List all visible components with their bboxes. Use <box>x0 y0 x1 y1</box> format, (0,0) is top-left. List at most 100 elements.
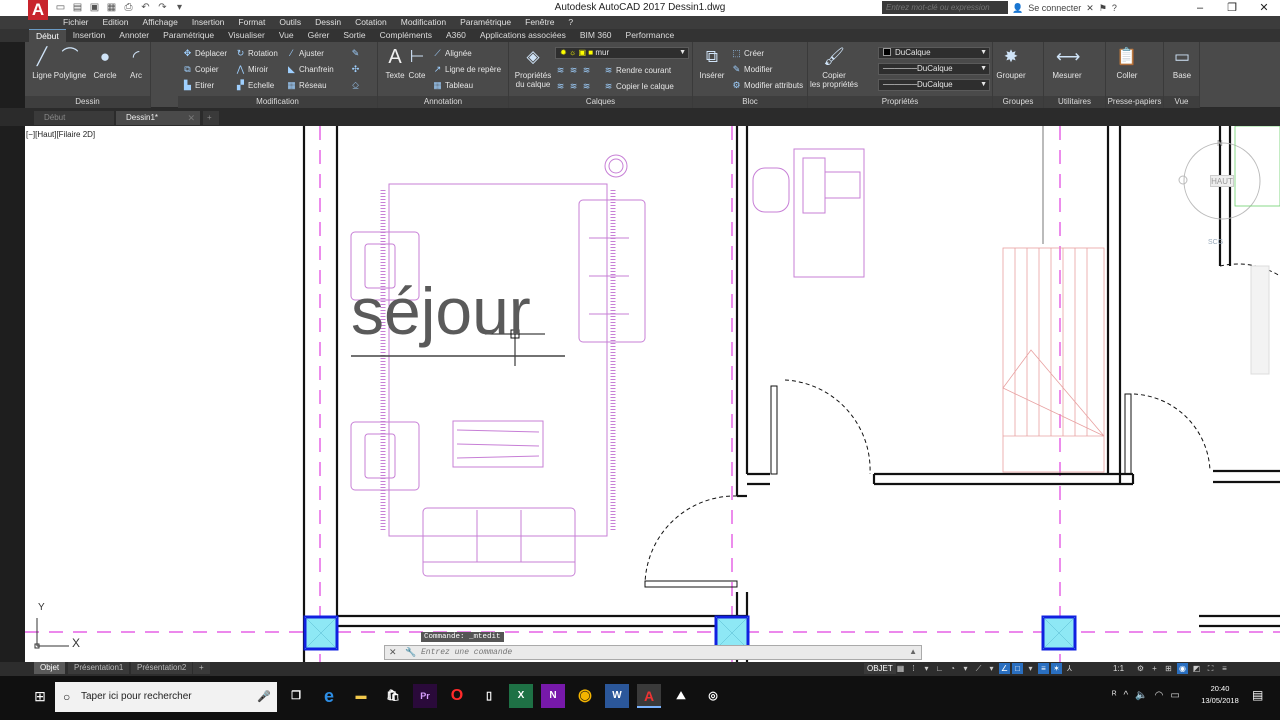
annotation-visibility-icon[interactable]: ✶ <box>1051 663 1062 674</box>
polar-icon[interactable]: ◔ <box>947 663 958 674</box>
chevron-up-icon[interactable]: ^ <box>1124 686 1129 706</box>
tab-applications-associees[interactable]: Applications associées <box>473 29 573 42</box>
store-icon[interactable]: 🛍 <box>381 684 405 708</box>
cercle-tool[interactable]: ● Cercle <box>88 46 122 80</box>
annotation-scale-icon[interactable]: ⅄ <box>1064 663 1075 674</box>
search-input[interactable] <box>882 1 1008 14</box>
new-tab-button[interactable]: + <box>203 111 219 125</box>
offset-tool[interactable]: ⎐ <box>350 78 363 92</box>
menu-insertion[interactable]: Insertion <box>185 16 232 29</box>
tab-a360[interactable]: A360 <box>439 29 473 42</box>
clean-screen-icon[interactable]: ⛶ <box>1205 663 1216 674</box>
modifier-attributs-tool[interactable]: ⚙ Modifier attributs <box>731 78 803 92</box>
panel-title-annotation[interactable]: Annotation <box>378 96 508 108</box>
menu-fenetre[interactable]: Fenêtre <box>518 16 561 29</box>
layer-tools-row1[interactable]: ≋ ≋ ≋ <box>555 63 594 77</box>
menu-cotation[interactable]: Cotation <box>348 16 394 29</box>
layout-tab-presentation1[interactable]: Présentation1 <box>68 662 130 674</box>
command-input[interactable] <box>421 647 901 658</box>
chevron-down-icon[interactable]: ▾ <box>1025 663 1036 674</box>
snap-icon[interactable]: ⁞ <box>908 663 919 674</box>
ortho-icon[interactable]: ∟ <box>934 663 945 674</box>
panel-title-dessin[interactable]: Dessin <box>25 96 150 108</box>
menu-format[interactable]: Format <box>231 16 272 29</box>
viewcube-ucs-label[interactable]: SCG <box>1208 239 1223 246</box>
reseau-tool[interactable]: ▦ Réseau <box>286 78 326 92</box>
word-icon[interactable]: W <box>605 684 629 708</box>
otrack-icon[interactable]: ∠ <box>999 663 1010 674</box>
panel-title-utilitaires[interactable]: Utilitaires <box>1044 96 1105 108</box>
erase-tool[interactable]: ✎ <box>350 46 363 60</box>
panel-title-vue[interactable]: Vue <box>1164 96 1199 108</box>
menu-affichage[interactable]: Affichage <box>136 16 185 29</box>
panel-title-modification[interactable]: Modification <box>178 96 377 108</box>
chevron-down-icon[interactable]: ▾ <box>960 663 971 674</box>
maximize-button[interactable]: ❐ <box>1216 0 1248 16</box>
modifier-tool[interactable]: ✎ Modifier <box>731 62 773 76</box>
windows-start-icon[interactable]: ⊞ <box>28 684 52 708</box>
layout-tab-presentation2[interactable]: Présentation2 <box>131 662 193 674</box>
isodraft-icon[interactable]: ⟋ <box>973 663 984 674</box>
panel-title-calques[interactable]: Calques <box>509 96 692 108</box>
menu-parametrique[interactable]: Paramétrique <box>453 16 518 29</box>
autocad-taskbar-icon[interactable]: A <box>637 684 661 708</box>
tableau-tool[interactable]: ▦ Tableau <box>432 78 473 92</box>
customize-icon[interactable]: 🔧 <box>405 647 416 658</box>
panel-title-groupes[interactable]: Groupes <box>993 96 1043 108</box>
creer-tool[interactable]: ⬚ Créer <box>731 46 764 60</box>
tab-parametrique[interactable]: Paramétrique <box>156 29 221 42</box>
model-space-toggle[interactable]: OBJET <box>864 663 896 674</box>
doc-tab-dessin1[interactable]: Dessin1* ✕ <box>116 111 200 125</box>
photos-icon[interactable]: ⛰ <box>669 684 693 708</box>
chevron-down-icon[interactable]: ▾ <box>921 663 932 674</box>
isolate-icon[interactable]: ◉ <box>1177 663 1188 674</box>
menu-edition[interactable]: Edition <box>96 16 136 29</box>
grouper-tool[interactable]: ✸ Grouper <box>994 46 1028 80</box>
save-icon[interactable]: ▣ <box>88 1 101 14</box>
drawing-viewport[interactable]: [−][Haut][Filaire 2D] séjour N HAUT SCG … <box>25 126 1280 662</box>
copier-tool[interactable]: ⧉ Copier <box>182 62 218 76</box>
miroir-tool[interactable]: ⋀ Miroir <box>235 62 268 76</box>
menu-icon[interactable]: ≡ <box>1219 663 1230 674</box>
media-icon[interactable]: ◎ <box>701 684 725 708</box>
battery-icon[interactable]: ▭ <box>1170 686 1179 706</box>
linetype-dropdown[interactable]: ──────DuCalque ▼ <box>878 63 990 75</box>
chanfrein-tool[interactable]: ◣ Chanfrein <box>286 62 334 76</box>
mesurer-tool[interactable]: ⟷ Mesurer <box>1050 46 1084 80</box>
print-icon[interactable]: ⎙ <box>122 1 135 14</box>
grid-icon[interactable]: ▦ <box>895 663 906 674</box>
menu-fichier[interactable]: Fichier <box>56 16 96 29</box>
base-tool[interactable]: ▭ Base <box>1165 46 1199 80</box>
doc-tab-debut[interactable]: Début <box>34 111 114 125</box>
panel-title-presse-papiers[interactable]: Presse-papiers <box>1106 96 1163 108</box>
color-dropdown[interactable]: DuCalque ▼ <box>878 47 990 59</box>
open-icon[interactable]: ▤ <box>71 1 84 14</box>
file-explorer-icon[interactable]: ▬ <box>349 684 373 708</box>
undo-icon[interactable]: ↶ <box>139 1 152 14</box>
lineweight-dropdown[interactable]: ──────DuCalque ▼ <box>878 79 990 91</box>
menu-outils[interactable]: Outils <box>272 16 308 29</box>
close-button[interactable]: ✕ <box>1248 0 1280 16</box>
new-icon[interactable]: ▭ <box>54 1 67 14</box>
rendre-courant-tool[interactable]: ≋ Rendre courant <box>603 63 671 77</box>
coller-tool[interactable]: 📋 Coller <box>1110 46 1144 80</box>
chevron-up-icon[interactable]: ▲ <box>909 647 917 656</box>
close-icon[interactable]: ✕ <box>187 111 195 125</box>
volume-icon[interactable]: 🔈 <box>1135 686 1147 706</box>
task-view-icon[interactable]: ❐ <box>284 684 308 708</box>
edge-icon[interactable]: e <box>317 684 341 708</box>
workspace-icon[interactable]: ▾ <box>173 1 186 14</box>
tab-sortie[interactable]: Sortie <box>336 29 372 42</box>
tab-bim360[interactable]: BIM 360 <box>573 29 619 42</box>
etirer-tool[interactable]: ▙ Etirer <box>182 78 214 92</box>
copier-calque-tool[interactable]: ≋ Copier le calque <box>603 79 674 93</box>
lineweight-icon[interactable]: ≡ <box>1038 663 1049 674</box>
saveas-icon[interactable]: ▦ <box>105 1 118 14</box>
clock[interactable]: 20:40 13/05/2018 <box>1198 683 1242 707</box>
exchange-icon[interactable]: ⚑ <box>1099 3 1107 14</box>
layer-tools-row2[interactable]: ≋ ≋ ≋ <box>555 79 594 93</box>
drawing-canvas[interactable] <box>25 126 1280 662</box>
help-icon[interactable]: ? <box>1112 3 1117 13</box>
menu-help[interactable]: ? <box>561 16 580 29</box>
viewport-controls-label[interactable]: [−][Haut][Filaire 2D] <box>26 130 95 139</box>
